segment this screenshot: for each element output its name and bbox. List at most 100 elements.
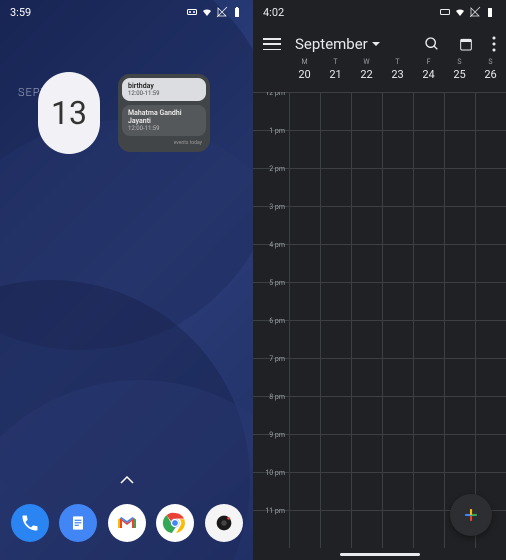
hour-row[interactable]: 4 pm [253,244,506,282]
hour-cell[interactable] [289,169,320,206]
hour-cell[interactable] [351,245,382,282]
hour-cell[interactable] [289,93,320,130]
hour-cell[interactable] [444,359,475,396]
hour-cell[interactable] [413,473,444,510]
hour-cell[interactable] [320,321,351,358]
hour-cell[interactable] [289,473,320,510]
hour-cell[interactable] [444,169,475,206]
hour-cell[interactable] [289,321,320,358]
chrome-app-icon[interactable] [156,504,194,542]
hour-cell[interactable] [413,397,444,434]
hour-cell[interactable] [382,245,413,282]
hour-cell[interactable] [351,283,382,320]
hour-cell[interactable] [351,131,382,168]
hour-row[interactable]: 12 pm [253,92,506,130]
hour-cell[interactable] [351,359,382,396]
hour-cell[interactable] [289,435,320,472]
hour-row[interactable]: 3 pm [253,206,506,244]
hour-cell[interactable] [320,131,351,168]
hour-cell[interactable] [382,283,413,320]
hour-cell[interactable] [382,93,413,130]
phone-app-icon[interactable] [11,504,49,542]
hour-cell[interactable] [382,359,413,396]
hour-cell[interactable] [382,473,413,510]
calendar-grid[interactable]: 12 pm1 pm2 pm3 pm4 pm5 pm6 pm7 pm8 pm9 p… [253,92,506,560]
hour-row[interactable]: 8 pm [253,396,506,434]
events-widget[interactable]: birthday 12:00-11:59 Mahatma Gandhi Jaya… [118,74,210,152]
hour-cell[interactable] [382,131,413,168]
hour-cell[interactable] [351,321,382,358]
day-header[interactable]: W22 [351,58,382,81]
hour-cell[interactable] [444,397,475,434]
hour-cell[interactable] [444,207,475,244]
date-widget[interactable]: 13 [38,72,100,154]
day-header[interactable]: F24 [413,58,444,81]
hour-cell[interactable] [320,245,351,282]
camera-app-icon[interactable] [205,504,243,542]
create-event-fab[interactable] [450,494,492,536]
hour-row[interactable]: 2 pm [253,168,506,206]
hour-cell[interactable] [413,359,444,396]
hour-cell[interactable] [475,321,506,358]
day-header[interactable]: T21 [320,58,351,81]
hour-cell[interactable] [382,321,413,358]
hour-cell[interactable] [413,169,444,206]
hour-cell[interactable] [475,207,506,244]
search-icon[interactable] [424,36,440,52]
hour-cell[interactable] [444,435,475,472]
hour-cell[interactable] [320,93,351,130]
hour-cell[interactable] [351,93,382,130]
hour-cell[interactable] [320,473,351,510]
home-screen[interactable]: 3:59 SEPTEMBER 13 birthday 12:00-11:59 M… [0,0,253,560]
hour-cell[interactable] [382,207,413,244]
hour-cell[interactable] [382,397,413,434]
hour-cell[interactable] [289,207,320,244]
hour-row[interactable]: 6 pm [253,320,506,358]
hour-cell[interactable] [351,207,382,244]
hour-cell[interactable] [413,93,444,130]
hour-cell[interactable] [475,397,506,434]
hour-row[interactable]: 9 pm [253,434,506,472]
hour-cell[interactable] [413,245,444,282]
hour-cell[interactable] [320,169,351,206]
hour-cell[interactable] [289,397,320,434]
hour-cell[interactable] [413,511,444,548]
hour-cell[interactable] [382,511,413,548]
event-card[interactable]: birthday 12:00-11:59 [122,78,206,101]
hour-cell[interactable] [444,321,475,358]
hour-row[interactable]: 1 pm [253,130,506,168]
hour-cell[interactable] [444,131,475,168]
hour-cell[interactable] [475,93,506,130]
hour-cell[interactable] [289,283,320,320]
hour-cell[interactable] [444,283,475,320]
day-header[interactable]: T23 [382,58,413,81]
hour-cell[interactable] [351,169,382,206]
hour-cell[interactable] [289,131,320,168]
hour-cell[interactable] [475,359,506,396]
hour-row[interactable]: 7 pm [253,358,506,396]
hour-row[interactable]: 5 pm [253,282,506,320]
hour-cell[interactable] [413,131,444,168]
docs-app-icon[interactable] [59,504,97,542]
hour-cell[interactable] [320,435,351,472]
hour-cell[interactable] [289,245,320,282]
hour-cell[interactable] [289,359,320,396]
event-card[interactable]: Mahatma Gandhi Jayanti 12:00-11:59 [122,105,206,136]
hour-cell[interactable] [475,245,506,282]
day-header[interactable]: M20 [289,58,320,81]
hour-cell[interactable] [351,473,382,510]
hour-cell[interactable] [475,131,506,168]
hour-cell[interactable] [475,435,506,472]
menu-button[interactable] [263,38,281,50]
hour-cell[interactable] [475,283,506,320]
hour-cell[interactable] [320,283,351,320]
hour-cell[interactable] [320,511,351,548]
hour-cell[interactable] [351,511,382,548]
hour-cell[interactable] [413,207,444,244]
day-header[interactable]: S25 [444,58,475,81]
hour-cell[interactable] [444,93,475,130]
hour-cell[interactable] [382,169,413,206]
hour-cell[interactable] [382,435,413,472]
hour-cell[interactable] [351,435,382,472]
hour-cell[interactable] [320,207,351,244]
